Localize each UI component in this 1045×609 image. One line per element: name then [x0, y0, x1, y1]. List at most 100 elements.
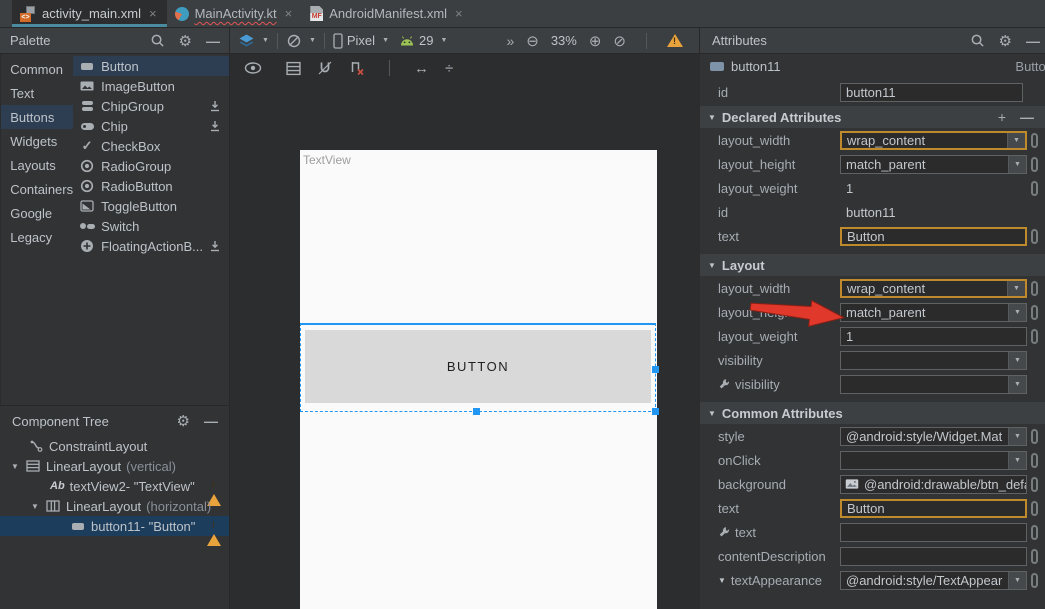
category-containers[interactable]: Containers	[1, 177, 73, 201]
category-text[interactable]: Text	[1, 81, 73, 105]
flag-indicator-icon[interactable]	[1031, 573, 1038, 588]
flag-indicator-icon[interactable]	[1031, 281, 1038, 296]
hide-panel-icon[interactable]: —	[1026, 33, 1039, 49]
resize-handle-bottom[interactable]	[473, 408, 480, 415]
style-combo[interactable]: @android:style/Widget.Mat▼	[840, 427, 1027, 446]
tree-node-button11[interactable]: button11- "Button"	[0, 516, 229, 536]
zoom-in-icon[interactable]: ⊕	[589, 32, 602, 50]
gear-icon[interactable]: ⚙	[179, 32, 192, 50]
category-layouts[interactable]: Layouts	[1, 153, 73, 177]
flag-indicator-icon[interactable]	[1031, 157, 1038, 172]
id-input[interactable]: button11	[840, 83, 1023, 102]
category-widgets[interactable]: Widgets	[1, 129, 73, 153]
palette-item-floatingactionbutton[interactable]: FloatingActionB...	[73, 236, 229, 256]
flag-indicator-icon[interactable]	[1031, 133, 1038, 148]
textview-widget[interactable]: TextView	[303, 153, 351, 167]
layout-weight-value[interactable]: 1	[840, 181, 853, 196]
layout-width-combo[interactable]: wrap_content▼	[840, 279, 1027, 298]
palette-item-radiogroup[interactable]: RadioGroup	[73, 156, 229, 176]
hide-panel-icon[interactable]: —	[204, 413, 217, 429]
flag-indicator-icon[interactable]	[1031, 453, 1038, 468]
orientation-selector[interactable]: ▼	[286, 33, 316, 49]
close-icon[interactable]: ×	[149, 6, 157, 21]
chevron-down-icon[interactable]: ▼	[1008, 572, 1026, 589]
infer-constraints-icon[interactable]: ↔	[414, 60, 429, 77]
close-icon[interactable]: ×	[455, 6, 463, 21]
flag-indicator-icon[interactable]	[1031, 305, 1038, 320]
zoom-out-icon[interactable]: ⊖	[526, 32, 539, 50]
palette-item-imagebutton[interactable]: ImageButton	[73, 76, 229, 96]
chevron-down-icon[interactable]: ▼	[1008, 452, 1026, 469]
flag-indicator-icon[interactable]	[1031, 329, 1038, 344]
flag-indicator-icon[interactable]	[1031, 525, 1038, 540]
clear-constraints-icon[interactable]	[349, 60, 365, 76]
flag-indicator-icon[interactable]	[1031, 229, 1038, 244]
device-selector[interactable]: Pixel ▼	[333, 33, 389, 49]
tools-text-input[interactable]	[840, 523, 1027, 542]
flag-indicator-icon[interactable]	[1031, 549, 1038, 564]
text-input[interactable]: Button	[840, 227, 1027, 246]
layout-height-combo[interactable]: match_parent▼	[840, 303, 1027, 322]
palette-item-togglebutton[interactable]: ToggleButton	[73, 196, 229, 216]
hide-panel-icon[interactable]: —	[206, 33, 219, 49]
collapse-triangle-icon[interactable]: ▼	[708, 409, 716, 418]
default-margins-icon[interactable]: ÷	[445, 60, 453, 77]
resize-handle-right[interactable]	[652, 366, 659, 373]
chevron-down-icon[interactable]: ▼	[1008, 304, 1026, 321]
text-input[interactable]: Button	[840, 499, 1027, 518]
tab-activity-main-xml[interactable]: <> activity_main.xml ×	[12, 0, 167, 27]
toolbar-overflow-icon[interactable]: »	[506, 33, 514, 49]
palette-item-button[interactable]: Button	[73, 56, 229, 76]
section-declared-attributes[interactable]: ▼ Declared Attributes + —	[700, 106, 1045, 128]
palette-item-switch[interactable]: Switch	[73, 216, 229, 236]
collapse-triangle-icon[interactable]: ▼	[708, 113, 716, 122]
selected-linearlayout-bounds[interactable]: BUTTON	[300, 323, 656, 412]
palette-item-chip[interactable]: Chip	[73, 116, 229, 136]
chevron-down-icon[interactable]: ▼	[1008, 428, 1026, 445]
tree-node-constraintlayout[interactable]: ConstraintLayout	[0, 436, 229, 456]
onclick-combo[interactable]: ▼	[840, 451, 1027, 470]
tab-androidmanifest-xml[interactable]: MF AndroidManifest.xml ×	[302, 0, 472, 27]
remove-attribute-icon[interactable]: —	[1020, 109, 1033, 125]
search-icon[interactable]	[970, 33, 985, 48]
chevron-down-icon[interactable]: ▼	[1008, 156, 1026, 173]
warning-icon[interactable]	[667, 34, 683, 47]
flag-indicator-icon[interactable]	[1031, 501, 1038, 516]
tree-node-linearlayout-vertical[interactable]: ▼ LinearLayout(vertical)	[0, 456, 229, 476]
id-value[interactable]: button11	[840, 205, 896, 220]
tab-mainactivity-kt[interactable]: MainActivity.kt ×	[167, 0, 303, 27]
collapse-triangle-icon[interactable]: ▼	[708, 261, 716, 270]
palette-item-checkbox[interactable]: ✓ CheckBox	[73, 136, 229, 156]
tools-visibility-combo[interactable]: ▼	[840, 375, 1027, 394]
chevron-down-icon[interactable]: ▼	[1008, 376, 1026, 393]
design-surface-selector[interactable]: ▼	[238, 33, 269, 49]
autoconnect-off-magnet-icon[interactable]	[317, 60, 333, 76]
background-input[interactable]: @android:drawable/btn_defau	[840, 475, 1027, 494]
view-options-eye-icon[interactable]	[244, 62, 262, 74]
visibility-combo[interactable]: ▼	[840, 351, 1027, 370]
category-google[interactable]: Google	[1, 201, 73, 225]
contentdescription-input[interactable]	[840, 547, 1027, 566]
collapse-triangle-icon[interactable]: ▼	[718, 576, 726, 585]
layout-height-combo[interactable]: match_parent▼	[840, 155, 1027, 174]
search-icon[interactable]	[150, 33, 165, 48]
flag-indicator-icon[interactable]	[1031, 181, 1038, 196]
flag-indicator-icon[interactable]	[1031, 477, 1038, 492]
palette-item-chipgroup[interactable]: ChipGroup	[73, 96, 229, 116]
category-common[interactable]: Common	[1, 57, 73, 81]
textappearance-combo[interactable]: @android:style/TextAppear▼	[840, 571, 1027, 590]
gear-icon[interactable]: ⚙	[999, 32, 1012, 50]
warning-icon[interactable]	[207, 519, 221, 546]
tree-node-linearlayout-horizontal[interactable]: ▼ LinearLayout(horizontal)	[0, 496, 229, 516]
chevron-expanded-icon[interactable]: ▼	[10, 462, 20, 471]
close-icon[interactable]: ×	[285, 6, 293, 21]
button-widget[interactable]: BUTTON	[305, 330, 651, 403]
layout-weight-input[interactable]: 1	[840, 327, 1027, 346]
resize-handle-corner[interactable]	[652, 408, 659, 415]
chevron-down-icon[interactable]: ▼	[1007, 133, 1025, 148]
blueprint-grid-icon[interactable]	[286, 61, 301, 76]
api-selector[interactable]: 29 ▼	[399, 33, 447, 48]
section-common-attributes[interactable]: ▼ Common Attributes	[700, 402, 1045, 424]
palette-item-radiobutton[interactable]: RadioButton	[73, 176, 229, 196]
tree-node-textview2[interactable]: Ab textView2- "TextView"	[0, 476, 229, 496]
